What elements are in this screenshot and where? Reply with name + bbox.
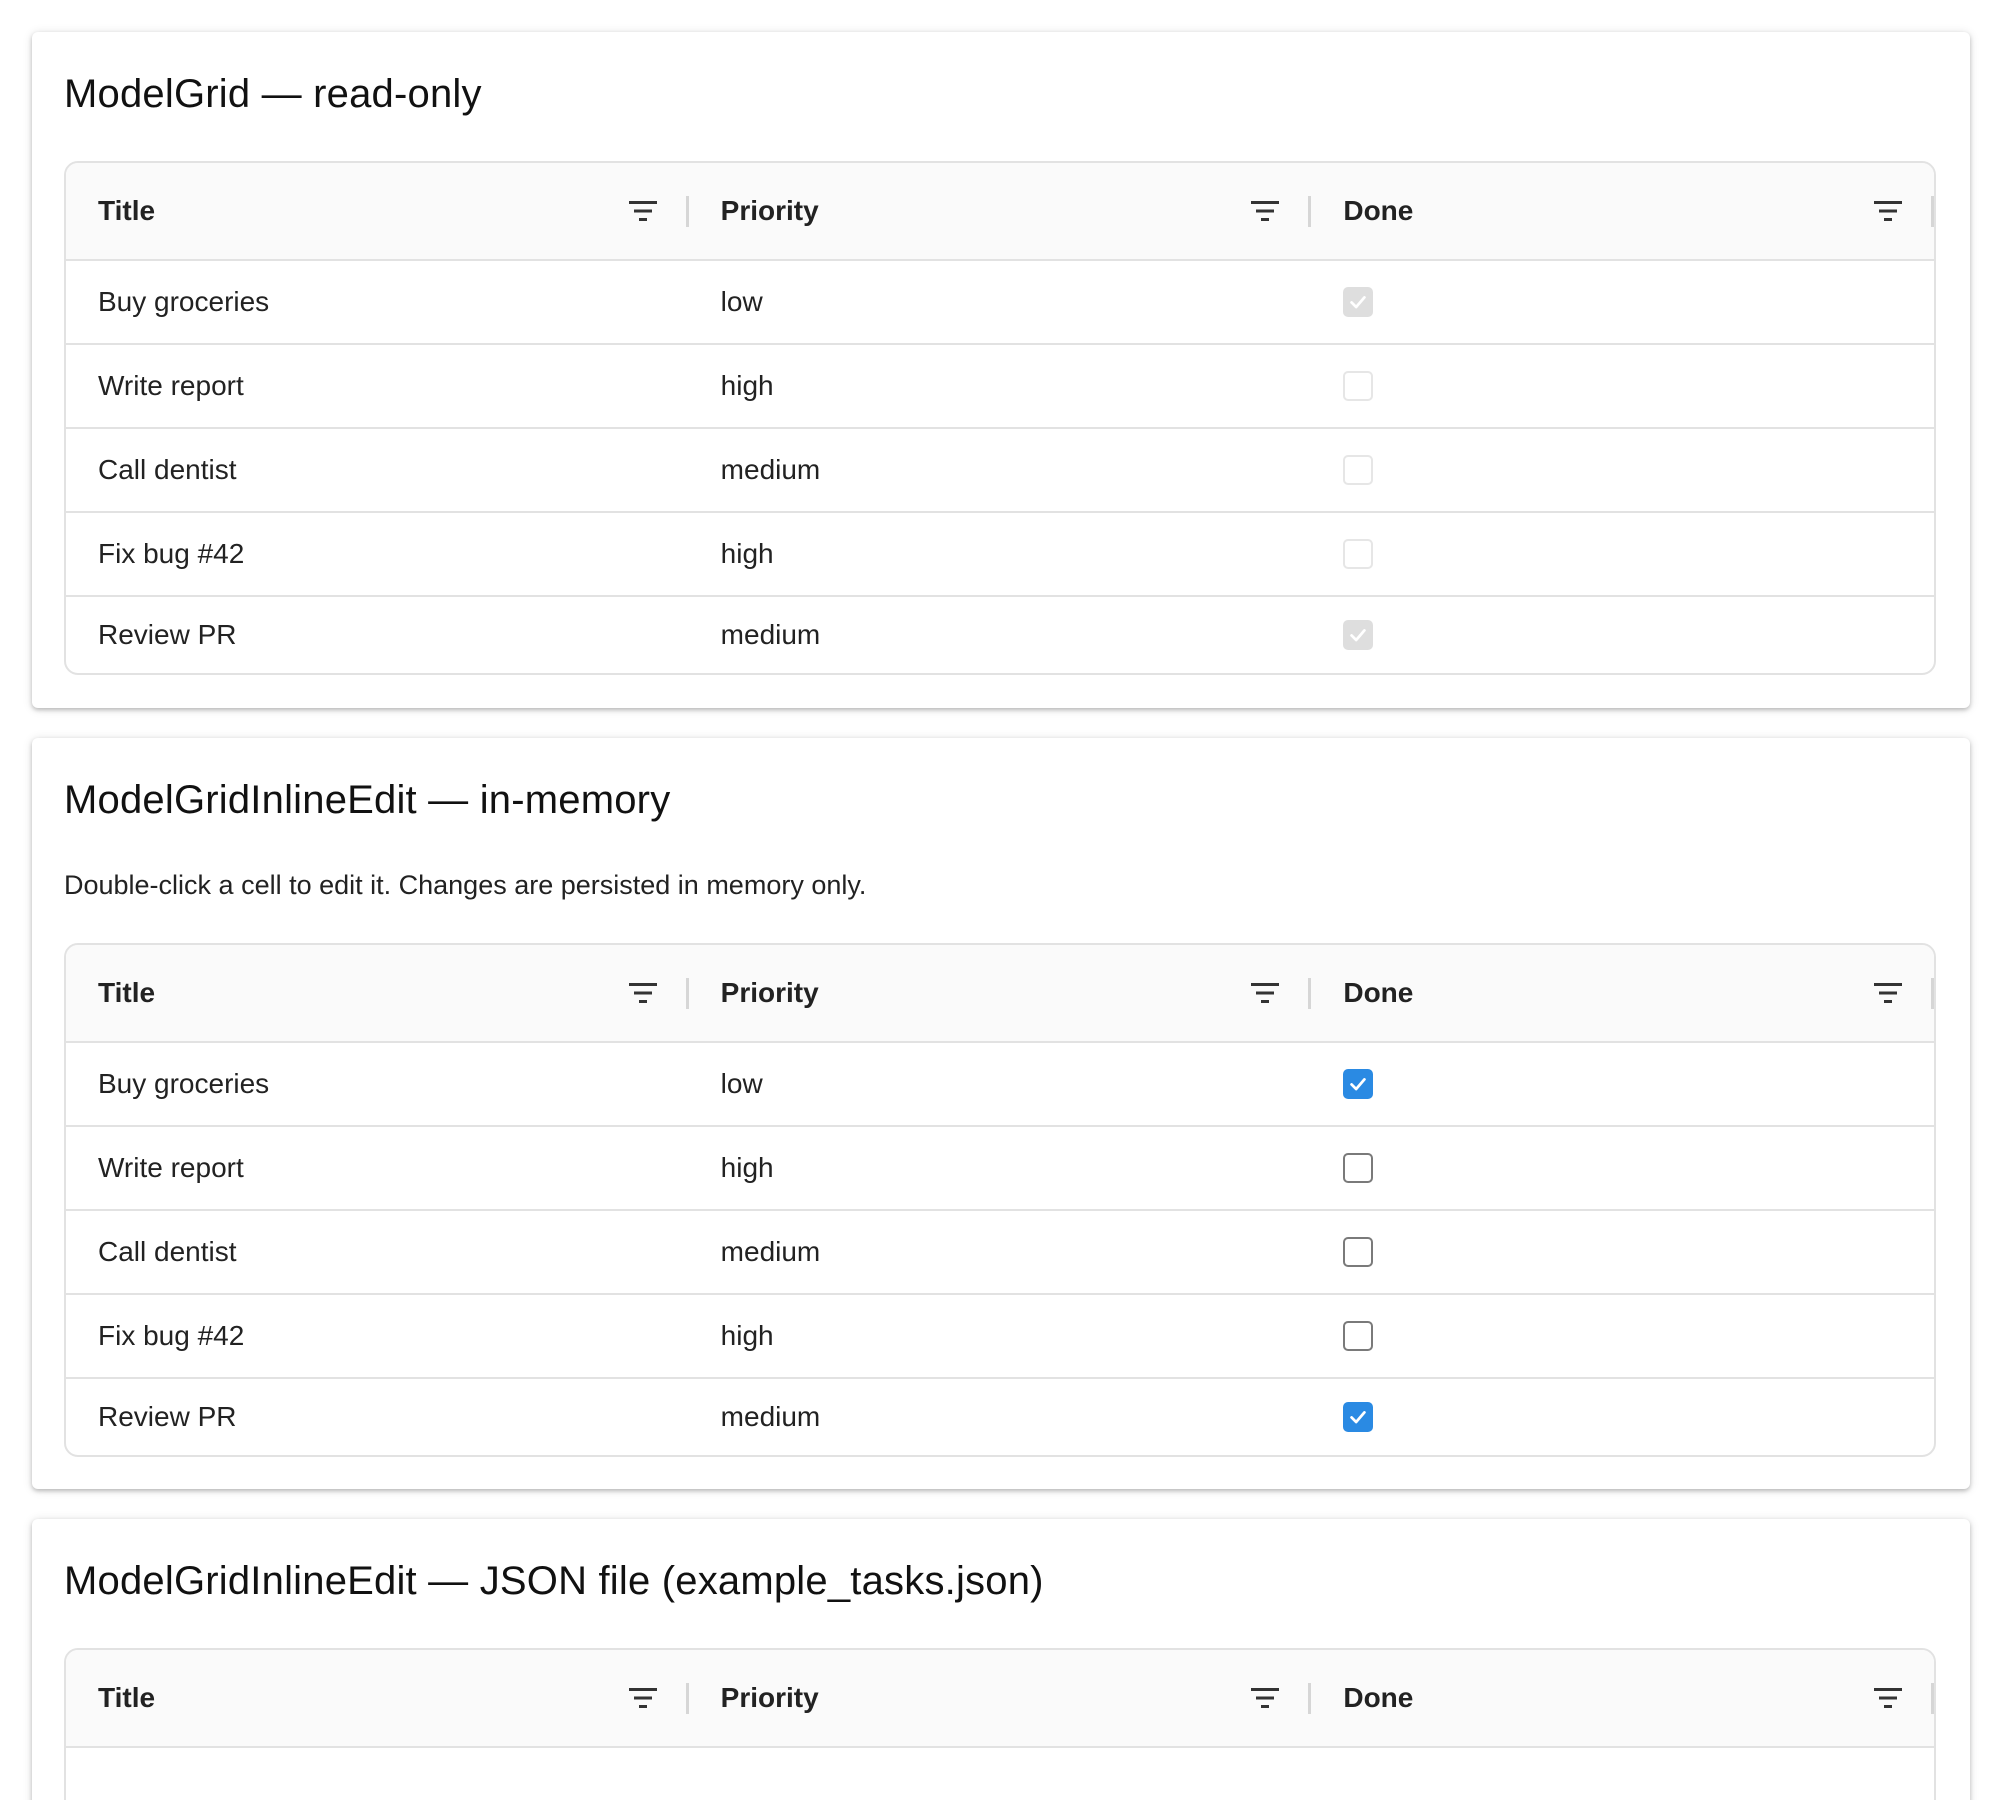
column-header-done[interactable]: Done [1311,163,1934,259]
cell-priority: high [720,538,774,569]
table-row[interactable]: Call dentist medium [66,1211,1934,1295]
table-row[interactable]: Write report high [66,1127,1934,1211]
grid-header: Title Priority Done [66,163,1934,261]
grid-body [66,1748,1934,1800]
column-header-label: Priority [720,977,819,1008]
card-description: Double-click a cell to edit it. Changes … [64,870,867,900]
cell-title[interactable]: Buy groceries [66,1043,689,1125]
column-header-title[interactable]: Title [66,1650,689,1746]
table-row[interactable]: Fix bug #42 high [66,1295,1934,1379]
card-title: ModelGridInlineEdit — in-memory [64,778,671,822]
column-header-priority[interactable]: Priority [689,945,1312,1041]
table-row[interactable]: Call dentist medium [66,429,1934,513]
done-checkbox [1343,455,1374,485]
filter-icon[interactable] [1872,1685,1904,1711]
cell-title: Buy groceries [98,286,270,317]
filter-icon[interactable] [1249,198,1281,224]
cell-priority[interactable]: medium [689,1211,1312,1293]
cell-done [1311,261,1934,343]
cell-done[interactable] [1311,1127,1934,1209]
cell-done [1311,345,1934,427]
filter-icon[interactable] [627,980,659,1006]
cell-priority: high [720,370,774,401]
table-row[interactable]: Buy groceries low [66,1043,1934,1127]
done-checkbox[interactable] [1343,1402,1374,1432]
column-header-label: Title [98,977,156,1008]
cell-title[interactable]: Call dentist [66,1211,689,1293]
check-icon [1350,629,1367,642]
card-title: ModelGrid — read-only [64,72,482,116]
table-row[interactable]: Fix bug #42 high [66,513,1934,597]
done-checkbox [1343,539,1374,569]
filter-icon[interactable] [1872,198,1904,224]
column-header-title[interactable]: Title [66,945,689,1041]
done-checkbox [1343,620,1374,650]
cell-title: Review PR [98,619,237,650]
column-header-priority[interactable]: Priority [689,1650,1312,1746]
card-title: ModelGridInlineEdit — JSON file (example… [64,1559,1044,1603]
column-header-label: Priority [720,1682,819,1713]
done-checkbox[interactable] [1343,1153,1374,1183]
cell-done[interactable] [1311,1043,1934,1125]
check-icon [1350,1078,1367,1091]
column-resize-handle[interactable] [1931,196,1934,227]
grid-in-memory: Title Priority Done Buy groceries low Wr… [64,943,1936,1457]
done-checkbox [1343,371,1374,401]
column-header-label: Done [1343,195,1414,226]
cell-done[interactable] [1311,1211,1934,1293]
cell-title[interactable]: Fix bug #42 [66,1295,689,1377]
grid-read-only: Title Priority Done Buy groceries low Wr… [64,161,1936,675]
grid-json-file: Title Priority Done [64,1648,1936,1800]
column-header-title[interactable]: Title [66,163,689,259]
table-row[interactable]: Buy groceries low [66,261,1934,345]
cell-priority: low [720,286,763,317]
done-checkbox[interactable] [1343,1069,1374,1099]
done-checkbox[interactable] [1343,1237,1374,1267]
card-json-file: ModelGridInlineEdit — JSON file (example… [32,1519,1970,1800]
cell-done[interactable] [1311,1379,1934,1455]
column-header-done[interactable]: Done [1311,945,1934,1041]
table-row[interactable]: Review PR medium [66,597,1934,673]
cell-priority[interactable]: medium [689,1379,1312,1455]
done-checkbox[interactable] [1343,1321,1374,1351]
column-header-label: Title [98,1682,156,1713]
cell-priority[interactable]: high [689,1295,1312,1377]
cell-done [1311,429,1934,511]
column-resize-handle[interactable] [1931,1683,1934,1714]
cell-done[interactable] [1311,1295,1934,1377]
column-resize-handle[interactable] [1931,978,1934,1009]
filter-icon[interactable] [1872,980,1904,1006]
cell-done [1311,597,1934,673]
table-row[interactable]: Write report high [66,345,1934,429]
cell-title: Call dentist [98,454,237,485]
check-icon [1350,1411,1367,1424]
grid-header: Title Priority Done [66,945,1934,1043]
column-header-label: Title [98,195,156,226]
cell-done [1311,513,1934,595]
cell-title[interactable]: Review PR [66,1379,689,1455]
cell-priority[interactable]: high [689,1127,1312,1209]
cell-title: Fix bug #42 [98,538,245,569]
cell-title: Write report [98,370,244,401]
cell-priority: medium [720,619,821,650]
cell-priority: medium [720,454,821,485]
filter-icon[interactable] [627,198,659,224]
filter-icon[interactable] [1249,1685,1281,1711]
column-header-label: Done [1343,1682,1414,1713]
card-read-only: ModelGrid — read-only Title Priority Don… [32,32,1970,708]
cell-title[interactable]: Write report [66,1127,689,1209]
column-header-label: Priority [720,195,819,226]
column-header-done[interactable]: Done [1311,1650,1934,1746]
table-row[interactable]: Review PR medium [66,1379,1934,1455]
page: ModelGrid — read-only Title Priority Don… [0,0,2000,1800]
done-checkbox [1343,287,1374,317]
grid-header: Title Priority Done [66,1650,1934,1748]
check-icon [1350,296,1367,309]
cell-priority[interactable]: low [689,1043,1312,1125]
column-header-priority[interactable]: Priority [689,163,1312,259]
filter-icon[interactable] [1249,980,1281,1006]
card-in-memory: ModelGridInlineEdit — in-memory Double-c… [32,738,1970,1489]
filter-icon[interactable] [627,1685,659,1711]
column-header-label: Done [1343,977,1414,1008]
